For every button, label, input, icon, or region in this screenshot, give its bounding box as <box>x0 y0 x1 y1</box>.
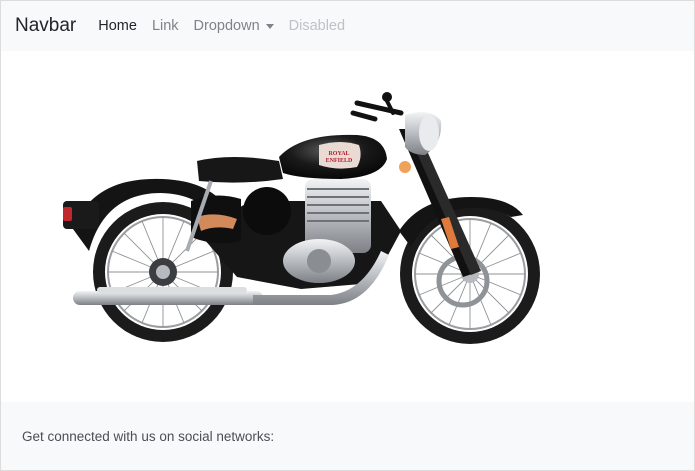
nav-link-disabled: Disabled <box>288 18 346 34</box>
nav-dropdown-toggle[interactable]: Dropdown <box>194 18 274 34</box>
motorcycle-image: ROYAL ENFIELD <box>63 92 540 344</box>
tank-badge-line2: ENFIELD <box>326 158 353 164</box>
navbar: Navbar Home Link Dropdown Disabled <box>1 1 694 51</box>
hero-image: ROYAL ENFIELD <box>1 51 694 402</box>
caret-down-icon <box>265 23 274 29</box>
footer: Get connected with us on social networks… <box>1 402 694 470</box>
tank-badge-line1: ROYAL <box>328 151 349 157</box>
nav-link-home[interactable]: Home <box>98 18 137 34</box>
navbar-brand[interactable]: Navbar <box>15 15 76 37</box>
nav-dropdown-label: Dropdown <box>193 18 260 34</box>
nav-link-link[interactable]: Link <box>152 18 179 34</box>
page: Navbar Home Link Dropdown Disabled ROYAL… <box>0 0 695 471</box>
fuel-tank: ROYAL ENFIELD <box>279 134 387 179</box>
handlebar <box>350 92 404 122</box>
footer-social-text: Get connected with us on social networks… <box>22 428 275 444</box>
